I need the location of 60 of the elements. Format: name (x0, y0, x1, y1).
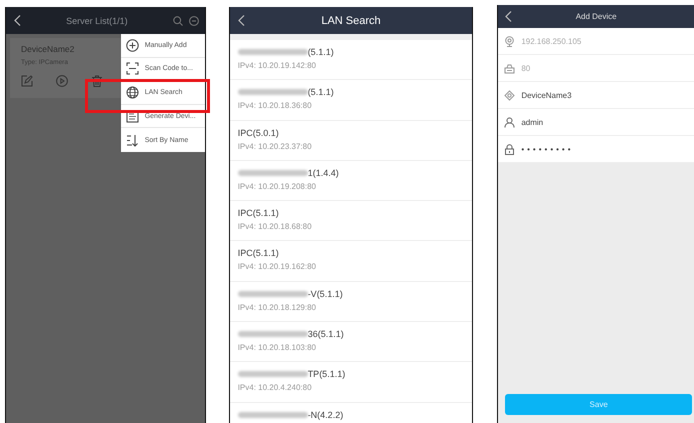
device-address: IPv4: 10.20.4.240:80 (238, 383, 313, 392)
device-name: 1(1.4.4) (308, 168, 339, 178)
device-address: IPv4: 10.20.18.68:80 (238, 222, 313, 232)
sort-icon (126, 134, 139, 147)
device-name: -N(4.2.2) (308, 410, 344, 420)
text-input[interactable]: DeviceName3 (521, 90, 682, 100)
search-icon[interactable] (172, 16, 183, 26)
device-name: (5.1.1) (308, 47, 334, 57)
back-icon[interactable] (238, 15, 245, 26)
input-field[interactable]: 192.168.250.105 (498, 28, 694, 55)
text-input[interactable]: admin (521, 118, 682, 126)
device-address: IPv4: 10.20.19.162:80 (238, 262, 317, 272)
device-address: IPv4: 10.20.18.36:80 (238, 101, 313, 110)
device-name: -V(5.1.1) (308, 288, 343, 299)
text-input[interactable]: 192.168.250.105 (521, 36, 682, 46)
password-input[interactable]: ••••••••• (521, 144, 682, 154)
trash-icon[interactable] (91, 75, 103, 87)
play-icon[interactable] (56, 75, 68, 87)
input-field[interactable]: admin (498, 109, 694, 136)
screen-title: Server List(1/1) (65, 16, 129, 26)
device-address: IPv4: 10.20.23.37:80 (238, 142, 313, 151)
device-row[interactable]: TP(5.1.1) IPv4: 10.20.4.240:80 (230, 362, 472, 403)
screen-title: LAN Search (320, 14, 382, 26)
device-name: 36(5.1.1) (308, 329, 344, 340)
device-address: IPv4: 10.20.19.208:80 (238, 182, 317, 191)
device-row[interactable]: IPC(5.0.1) IPv4: 10.20.23.37:80 (230, 120, 472, 161)
device-name: IPC(5.1.1) (238, 208, 279, 218)
input-field[interactable]: DeviceName3 (498, 82, 694, 109)
input-field[interactable]: 80 (498, 55, 694, 82)
device-row[interactable]: (5.1.1) IPv4: 10.20.18.36:80 (230, 80, 472, 121)
device-row[interactable]: 36(5.1.1) IPv4: 10.20.18.103:80 (230, 322, 472, 362)
device-name: IPC(5.1.1) (238, 248, 279, 258)
password-field[interactable]: ••••••••• (498, 136, 694, 163)
device-address: IPv4: 10.20.18.129:80 (238, 302, 317, 312)
device-row[interactable]: IPC(5.1.1) IPv4: 10.20.18.68:80 (230, 201, 472, 242)
user-icon (504, 116, 516, 128)
tag-icon (504, 90, 516, 100)
more-icon[interactable] (188, 16, 199, 26)
device-row[interactable]: 1(1.4.4) IPv4: 10.20.19.208:80 (230, 160, 472, 202)
device-row[interactable]: -V(5.1.1) IPv4: 10.20.18.129:80 (230, 282, 472, 322)
lock-icon (504, 144, 516, 154)
screen-title: Add Device (574, 12, 618, 21)
device-address: IPv4: 10.20.19.142:80 (238, 61, 317, 70)
device-name: (5.1.1) (308, 87, 334, 98)
device-row[interactable]: -N(4.2.2) (230, 402, 472, 423)
device-row[interactable]: (5.1.1) IPv4: 10.20.19.142:80 (230, 40, 472, 80)
text-input[interactable]: 80 (521, 64, 682, 72)
device-name: TP(5.1.1) (308, 369, 346, 380)
plus-icon (126, 38, 139, 52)
device-name: IPC(5.0.1) (238, 128, 279, 138)
webcam-icon (504, 36, 516, 46)
edit-icon[interactable] (21, 75, 33, 87)
scan-icon (126, 62, 139, 76)
back-icon[interactable] (14, 15, 21, 26)
back-icon[interactable] (505, 11, 512, 22)
globe-icon (126, 86, 139, 99)
device-address: IPv4: 10.20.18.103:80 (238, 343, 317, 352)
device-row[interactable]: IPC(5.1.1) IPv4: 10.20.19.162:80 (230, 241, 472, 282)
device-name: DeviceName2 (21, 44, 74, 54)
router-icon (504, 62, 516, 74)
